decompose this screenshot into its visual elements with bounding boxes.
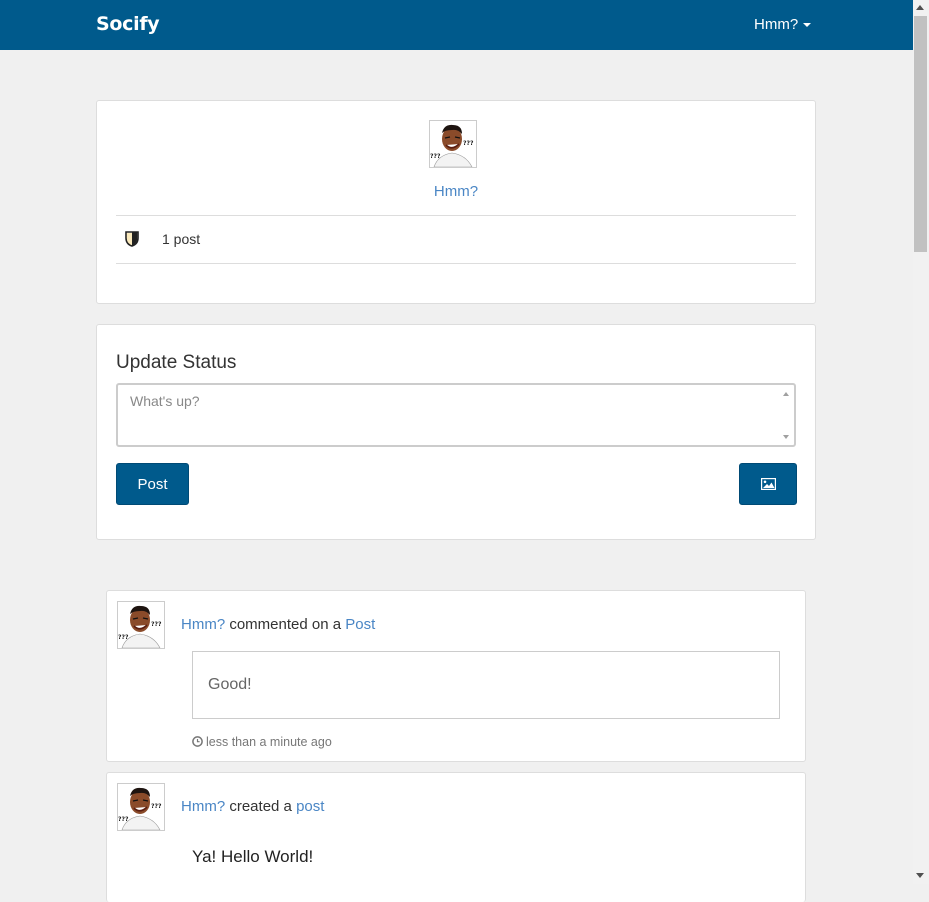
activity-line: Hmm? commented on a Post <box>181 616 375 633</box>
actor-link[interactable]: Hmm? <box>181 616 225 633</box>
object-link[interactable]: post <box>296 798 324 815</box>
svg-text:???: ??? <box>463 140 474 147</box>
textarea-scroll-down-icon[interactable] <box>783 435 789 439</box>
divider <box>116 215 796 216</box>
status-input[interactable] <box>116 383 796 447</box>
brand-logo[interactable]: Socify <box>96 13 160 35</box>
post-content: Ya! Hello World! <box>192 847 314 866</box>
image-icon <box>761 478 776 490</box>
svg-text:???: ??? <box>118 816 129 823</box>
profile-card: ??? ??? Hmm? 1 post <box>96 100 816 304</box>
svg-text:???: ??? <box>430 153 441 160</box>
svg-text:???: ??? <box>151 621 162 628</box>
avatar-icon: ??? ??? <box>118 784 164 830</box>
user-menu-label: Hmm? <box>754 16 799 33</box>
feed-item: ??? ??? Hmm? created a post Ya! Hello Wo… <box>106 772 806 902</box>
avatar-icon: ??? ??? <box>430 121 476 167</box>
feed-item: ??? ??? Hmm? commented on a Post Good! l… <box>106 590 806 762</box>
actor-link[interactable]: Hmm? <box>181 798 225 815</box>
activity-action: commented on a <box>229 616 342 633</box>
avatar[interactable]: ??? ??? <box>117 601 165 649</box>
scroll-up-arrow-icon[interactable] <box>916 5 924 10</box>
object-link[interactable]: Post <box>345 616 375 633</box>
scroll-down-arrow-icon[interactable] <box>916 873 924 878</box>
avatar-icon: ??? ??? <box>118 602 164 648</box>
divider <box>116 263 796 264</box>
post-button[interactable]: Post <box>116 463 189 505</box>
shield-icon <box>125 231 139 247</box>
chevron-down-icon <box>803 23 812 28</box>
avatar[interactable]: ??? ??? <box>117 783 165 831</box>
svg-text:???: ??? <box>151 803 162 810</box>
clock-icon <box>192 736 203 747</box>
update-status-card: Update Status Post <box>96 324 816 540</box>
profile-name-link[interactable]: Hmm? <box>97 183 815 200</box>
activity-action: created a <box>229 798 292 815</box>
timestamp-text: less than a minute ago <box>206 735 332 749</box>
comment-box: Good! <box>192 651 780 719</box>
user-menu-dropdown[interactable]: Hmm? <box>754 16 812 33</box>
upload-image-button[interactable] <box>739 463 797 505</box>
update-status-title: Update Status <box>116 352 237 373</box>
scrollbar-thumb[interactable] <box>914 16 927 252</box>
timestamp: less than a minute ago <box>192 735 332 749</box>
comment-text: Good! <box>208 676 252 693</box>
svg-text:???: ??? <box>118 634 129 641</box>
activity-line: Hmm? created a post <box>181 798 324 815</box>
textarea-scroll-up-icon[interactable] <box>783 392 789 396</box>
navbar: Socify Hmm? <box>0 0 913 50</box>
avatar[interactable]: ??? ??? <box>429 120 477 168</box>
post-count: 1 post <box>162 231 201 247</box>
